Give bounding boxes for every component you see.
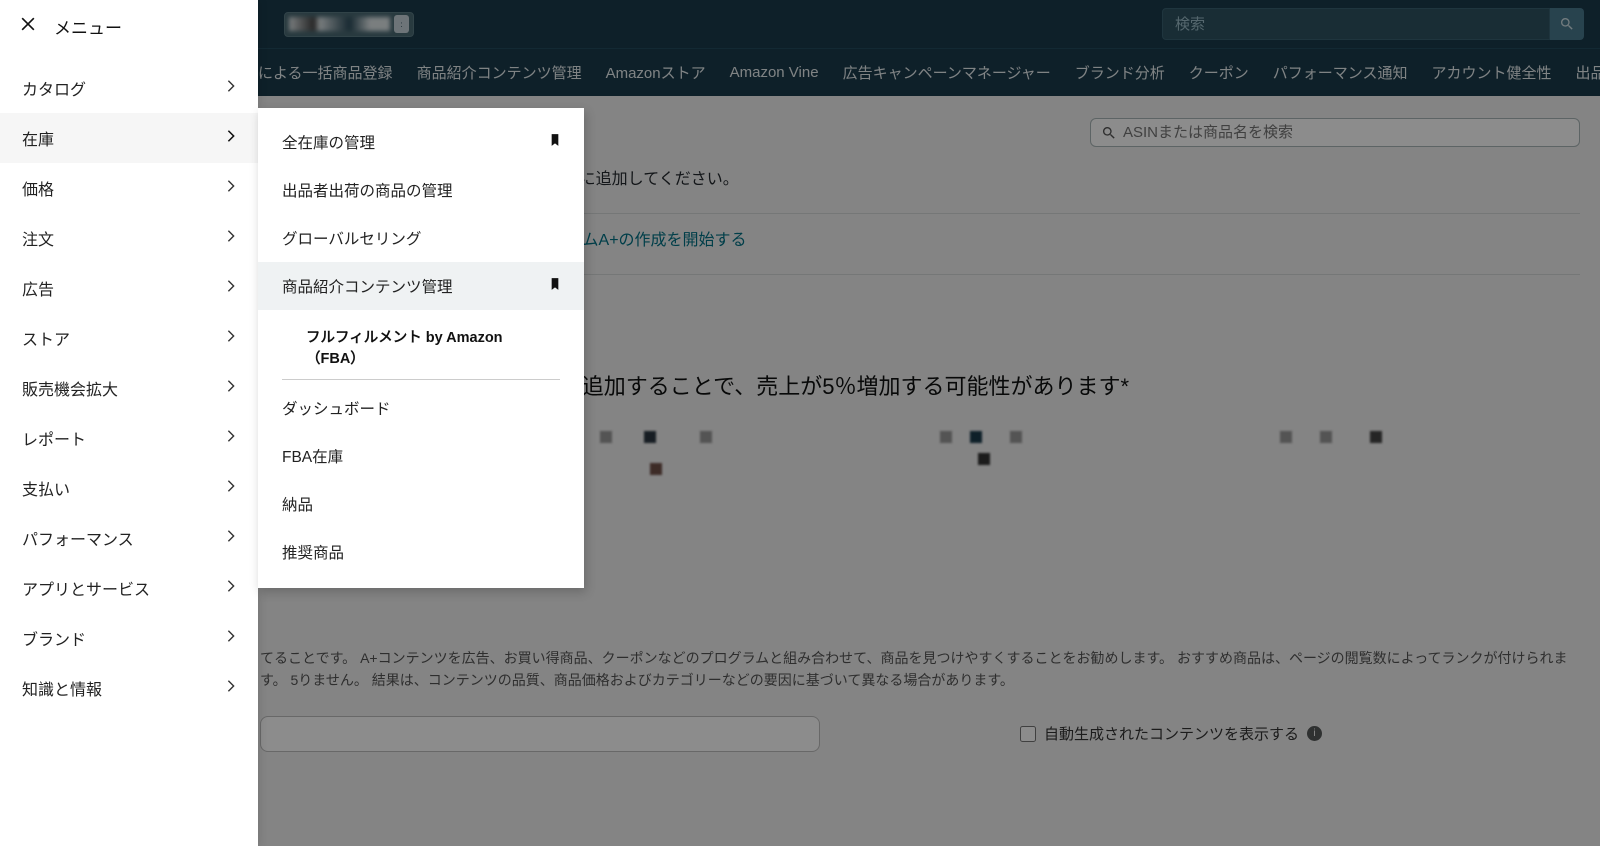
submenu-label: グローバルセリング bbox=[282, 227, 421, 249]
menu-label: レポート bbox=[22, 426, 86, 450]
chevron-right-icon bbox=[226, 129, 236, 148]
menu-label: 価格 bbox=[22, 176, 54, 200]
menu-header: メニュー bbox=[0, 0, 258, 53]
chevron-right-icon bbox=[226, 429, 236, 448]
submenu-fba-dashboard[interactable]: ダッシュボード bbox=[258, 384, 584, 432]
menu-label: 在庫 bbox=[22, 126, 54, 150]
chevron-right-icon bbox=[226, 479, 236, 498]
bookmark-icon bbox=[550, 133, 560, 152]
menu-label: パフォーマンス bbox=[22, 526, 134, 550]
menu-list: カタログ 在庫 価格 注文 広告 ストア 販売機会拡大 レポート 支払い パフォ… bbox=[0, 53, 258, 723]
menu-label: 知識と情報 bbox=[22, 676, 102, 700]
chevron-right-icon bbox=[226, 679, 236, 698]
submenu-label: FBA在庫 bbox=[282, 445, 343, 467]
chevron-right-icon bbox=[226, 279, 236, 298]
menu-item-payments[interactable]: 支払い bbox=[0, 463, 258, 513]
submenu-label: ダッシュボード bbox=[282, 397, 391, 419]
submenu-divider bbox=[282, 379, 560, 380]
chevron-right-icon bbox=[226, 229, 236, 248]
submenu-seller-fulfilled[interactable]: 出品者出荷の商品の管理 bbox=[258, 166, 584, 214]
menu-item-growth[interactable]: 販売機会拡大 bbox=[0, 363, 258, 413]
chevron-right-icon bbox=[226, 579, 236, 598]
submenu-all-inventory[interactable]: 全在庫の管理 bbox=[258, 118, 584, 166]
menu-item-apps[interactable]: アプリとサービス bbox=[0, 563, 258, 613]
menu-item-brand[interactable]: ブランド bbox=[0, 613, 258, 663]
chevron-right-icon bbox=[226, 629, 236, 648]
menu-item-knowledge[interactable]: 知識と情報 bbox=[0, 663, 258, 713]
submenu-global-selling[interactable]: グローバルセリング bbox=[258, 214, 584, 262]
menu-label: 支払い bbox=[22, 476, 70, 500]
submenu-label: 推奨商品 bbox=[282, 541, 344, 563]
submenu-label: 納品 bbox=[282, 493, 313, 515]
menu-label: ストア bbox=[22, 326, 70, 350]
menu-label: カタログ bbox=[22, 76, 86, 100]
chevron-right-icon bbox=[226, 329, 236, 348]
menu-item-reports[interactable]: レポート bbox=[0, 413, 258, 463]
close-menu-button[interactable] bbox=[18, 14, 38, 39]
menu-label: ブランド bbox=[22, 626, 86, 650]
menu-title: メニュー bbox=[54, 14, 122, 39]
menu-item-advertising[interactable]: 広告 bbox=[0, 263, 258, 313]
close-icon bbox=[18, 14, 38, 34]
submenu-panel: 全在庫の管理 出品者出荷の商品の管理 グローバルセリング 商品紹介コンテンツ管理… bbox=[258, 108, 584, 588]
submenu-fba-inventory[interactable]: FBA在庫 bbox=[258, 432, 584, 480]
menu-label: 注文 bbox=[22, 226, 54, 250]
submenu-a-plus-content[interactable]: 商品紹介コンテンツ管理 bbox=[258, 262, 584, 310]
submenu-fba-recommended[interactable]: 推奨商品 bbox=[258, 528, 584, 576]
submenu-section-title: フルフィルメント by Amazon（FBA） bbox=[282, 314, 564, 375]
menu-item-performance[interactable]: パフォーマンス bbox=[0, 513, 258, 563]
menu-item-stores[interactable]: ストア bbox=[0, 313, 258, 363]
bookmark-icon bbox=[550, 277, 560, 296]
menu-item-orders[interactable]: 注文 bbox=[0, 213, 258, 263]
chevron-right-icon bbox=[226, 529, 236, 548]
menu-label: 販売機会拡大 bbox=[22, 376, 118, 400]
submenu-label: 出品者出荷の商品の管理 bbox=[282, 179, 453, 201]
menu-panel: メニュー カタログ 在庫 価格 注文 広告 ストア 販売機会拡大 レポート 支払… bbox=[0, 0, 258, 846]
submenu-fba-shipment[interactable]: 納品 bbox=[258, 480, 584, 528]
chevron-right-icon bbox=[226, 179, 236, 198]
menu-item-inventory[interactable]: 在庫 bbox=[0, 113, 258, 163]
menu-item-catalog[interactable]: カタログ bbox=[0, 63, 258, 113]
submenu-label: 全在庫の管理 bbox=[282, 131, 375, 153]
menu-label: アプリとサービス bbox=[22, 576, 150, 600]
submenu-label: 商品紹介コンテンツ管理 bbox=[282, 275, 453, 297]
chevron-right-icon bbox=[226, 79, 236, 98]
menu-item-pricing[interactable]: 価格 bbox=[0, 163, 258, 213]
chevron-right-icon bbox=[226, 379, 236, 398]
menu-label: 広告 bbox=[22, 276, 54, 300]
